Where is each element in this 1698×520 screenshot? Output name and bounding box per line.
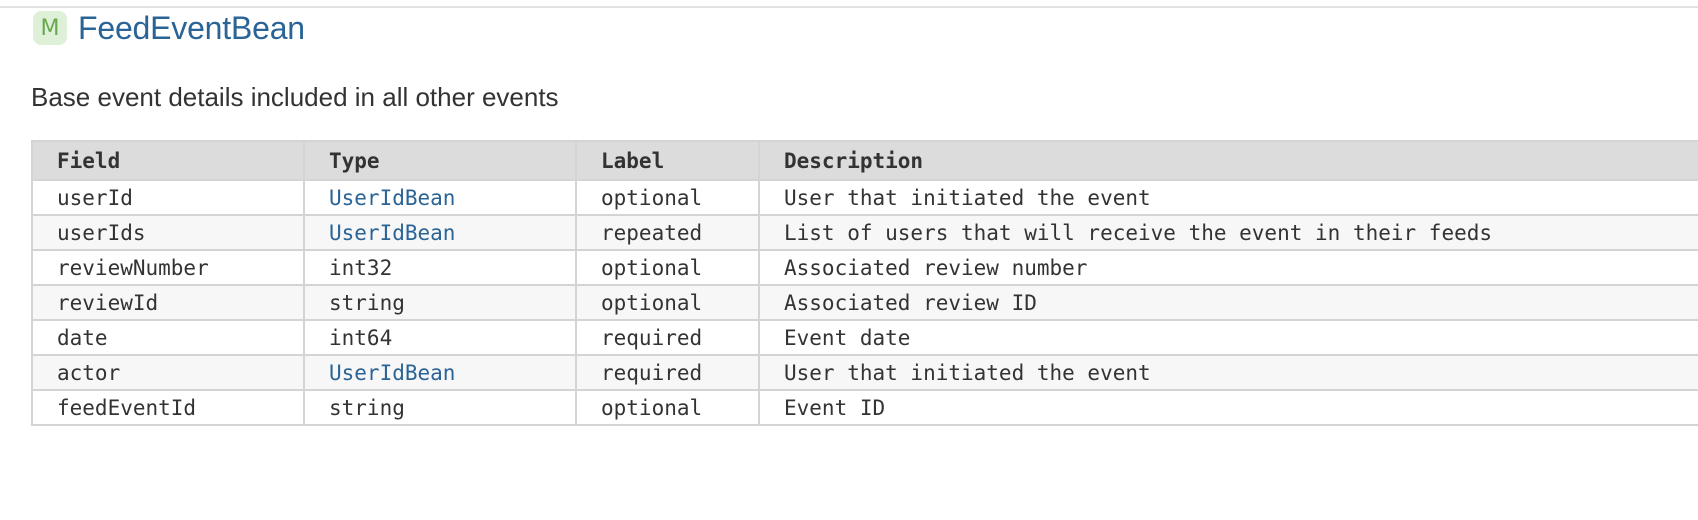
- cell-label: optional: [575, 284, 760, 321]
- cell-label: required: [575, 319, 760, 356]
- cell-label: optional: [575, 389, 760, 426]
- cell-field: feedEventId: [31, 389, 305, 426]
- cell-label: optional: [575, 179, 760, 216]
- table-row: reviewNumber int32 optional Associated r…: [31, 249, 1698, 286]
- cell-type-link[interactable]: UserIdBean: [303, 179, 577, 216]
- table-row: actor UserIdBean required User that init…: [31, 354, 1698, 391]
- cell-field: userIds: [31, 214, 305, 251]
- cell-description: Event date: [758, 319, 1698, 356]
- table-row: userId UserIdBean optional User that ini…: [31, 179, 1698, 216]
- fields-table: Field Type Label Description userId User…: [31, 140, 1698, 426]
- table-row: date int64 required Event date: [31, 319, 1698, 356]
- cell-field: reviewId: [31, 284, 305, 321]
- message-heading: M FeedEventBean: [33, 10, 305, 46]
- cell-description: List of users that will receive the even…: [758, 214, 1698, 251]
- cell-description: User that initiated the event: [758, 354, 1698, 391]
- cell-field: reviewNumber: [31, 249, 305, 286]
- cell-field: date: [31, 319, 305, 356]
- table-row: userIds UserIdBean repeated List of user…: [31, 214, 1698, 251]
- message-title-link[interactable]: FeedEventBean: [78, 10, 305, 46]
- cell-type: int32: [303, 249, 577, 286]
- table-row: reviewId string optional Associated revi…: [31, 284, 1698, 321]
- cell-label: required: [575, 354, 760, 391]
- cell-description: Event ID: [758, 389, 1698, 426]
- cell-description: User that initiated the event: [758, 179, 1698, 216]
- header-description: Description: [758, 140, 1698, 181]
- cell-type-link[interactable]: UserIdBean: [303, 214, 577, 251]
- table-header-row: Field Type Label Description: [31, 140, 1698, 181]
- cell-type-link[interactable]: UserIdBean: [303, 354, 577, 391]
- message-type-icon: M: [33, 11, 67, 45]
- cell-type: string: [303, 284, 577, 321]
- header-type: Type: [303, 140, 577, 181]
- table-row: feedEventId string optional Event ID: [31, 389, 1698, 426]
- cell-type: int64: [303, 319, 577, 356]
- cell-description: Associated review number: [758, 249, 1698, 286]
- header-label: Label: [575, 140, 760, 181]
- header-field: Field: [31, 140, 305, 181]
- cell-description: Associated review ID: [758, 284, 1698, 321]
- top-divider: [0, 6, 1698, 8]
- cell-type: string: [303, 389, 577, 426]
- message-description: Base event details included in all other…: [31, 82, 559, 112]
- cell-label: optional: [575, 249, 760, 286]
- cell-field: actor: [31, 354, 305, 391]
- cell-field: userId: [31, 179, 305, 216]
- cell-label: repeated: [575, 214, 760, 251]
- fields-table-container: Field Type Label Description userId User…: [31, 140, 1698, 426]
